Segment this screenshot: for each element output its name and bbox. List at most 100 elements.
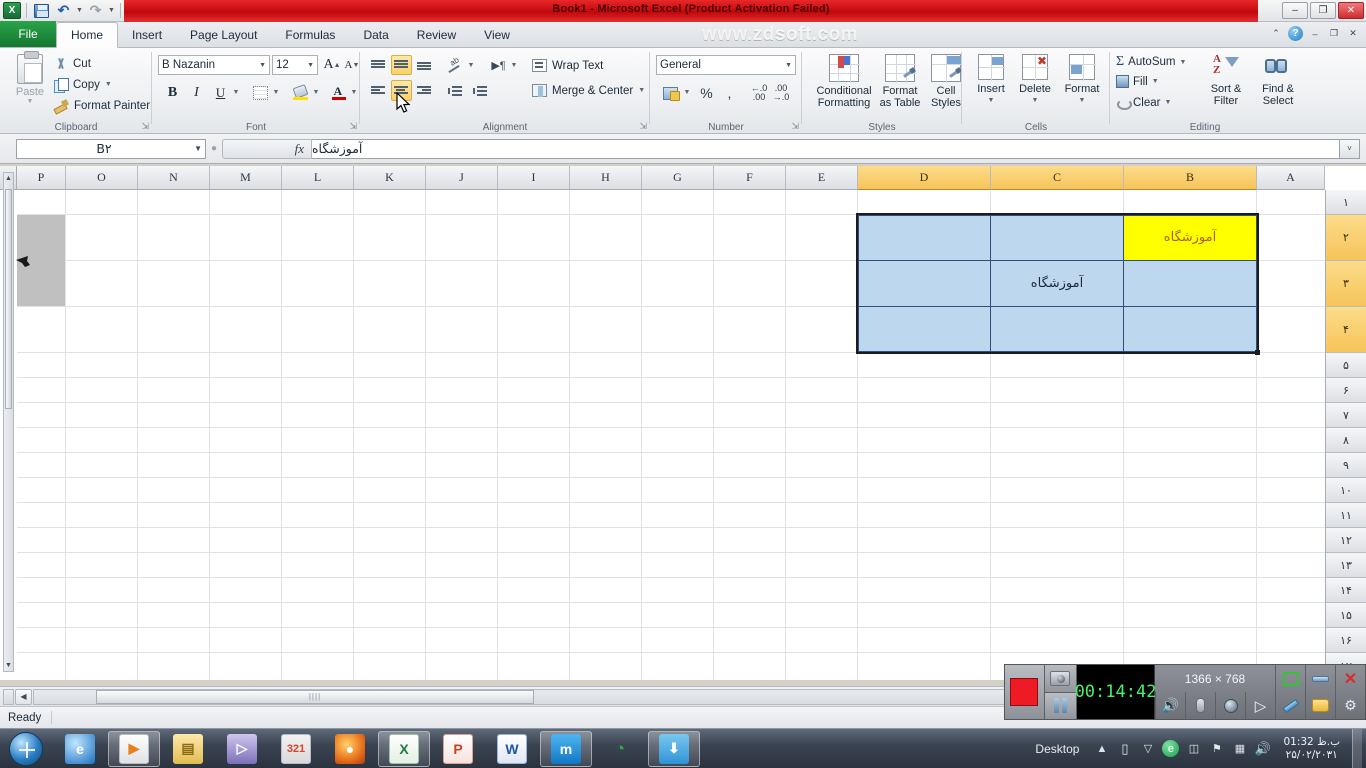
taskbar-item-maxthon[interactable]: m [540,730,592,767]
undo-dropdown-icon[interactable]: ▼ [76,7,83,14]
row-header-1[interactable]: ۱ [1325,190,1366,215]
select-region-button[interactable] [1275,665,1305,692]
tab-view[interactable]: View [470,22,524,47]
top-align-button[interactable] [368,55,389,75]
doc-restore-icon[interactable]: ❐ [1327,27,1341,40]
column-header-A[interactable]: A [1257,166,1325,190]
open-folder-button[interactable] [1305,692,1335,719]
row-header-9[interactable]: ۹ [1325,453,1366,478]
borders-dropdown-icon[interactable]: ▼ [271,84,281,100]
vertical-scroll-thumb[interactable] [5,189,12,409]
font-color-button[interactable] [328,82,349,103]
copy-dropdown-icon[interactable]: ▼ [105,81,112,88]
number-format-select[interactable]: General ▼ [656,55,796,75]
clear-dropdown-icon[interactable]: ▼ [1164,99,1171,106]
increase-decimal-button[interactable]: ←.0.00 [748,82,770,103]
row-header-13[interactable]: ۱۳ [1325,553,1366,578]
row-header-2[interactable]: ۲ [1325,215,1366,261]
network-icon[interactable]: ▦ [1231,740,1248,757]
increase-indent-button[interactable] [470,80,491,101]
merge-center-dropdown-icon[interactable]: ▼ [638,87,645,94]
font-dialog-launcher[interactable]: ⇲ [349,121,357,132]
scroll-down-arrow[interactable]: ▼ [5,662,12,669]
text-direction-button[interactable]: ▶¶ [488,55,509,75]
sheet-tab-area[interactable] [3,688,14,705]
undo-icon[interactable]: ↶ [54,2,73,20]
tab-formulas[interactable]: Formulas [271,22,349,47]
row-header-12[interactable]: ۱۲ [1325,528,1366,553]
delete-dropdown-icon[interactable]: ▼ [1012,95,1058,107]
cell-C3[interactable]: آموزشگاه [991,261,1123,306]
minimize-button[interactable]: – [1282,2,1308,19]
taskbar-item-media-player[interactable]: ▶ [108,730,160,767]
decrease-decimal-button[interactable]: .00 →.0 [770,82,792,103]
tab-review[interactable]: Review [403,22,470,47]
ribbon-tab-bar[interactable]: File Home Insert Page Layout Formulas Da… [0,21,1366,48]
row-header-14[interactable]: ۱۴ [1325,578,1366,603]
format-painter-button[interactable]: Format Painter [54,96,150,115]
speaker-toggle[interactable]: 🔊 [1155,692,1185,719]
fill-dropdown-icon[interactable]: ▼ [1152,78,1159,85]
font-name-input[interactable]: B Nazanin ▼ [158,55,270,75]
cell-D3[interactable] [858,261,990,306]
pause-button[interactable] [1044,692,1076,719]
row-header-10[interactable]: ۱۰ [1325,478,1366,503]
settings-button[interactable]: ⚙ [1335,692,1365,719]
taskbar-item-excel[interactable]: X [378,730,430,767]
fill-color-button[interactable] [290,82,311,103]
taskbar-item-firefox[interactable]: ● [324,730,376,768]
row-header-11[interactable]: ۱۱ [1325,503,1366,528]
row-header-4[interactable]: ۴ [1325,307,1366,353]
row-header-3[interactable]: ۳ [1325,261,1366,307]
paste-button[interactable]: Paste ▼ [8,51,52,112]
close-button[interactable]: ✕ [1338,2,1364,19]
row-header-8[interactable]: ۸ [1325,428,1366,453]
conditional-formatting-button[interactable]: Conditional Formatting [816,54,872,116]
restore-button[interactable]: ❐ [1310,2,1336,19]
column-header-D[interactable]: D [858,166,991,190]
column-header-L[interactable]: L [282,166,354,190]
clipboard-dialog-launcher[interactable]: ⇲ [141,121,149,132]
font-size-dropdown-icon[interactable]: ▼ [307,62,314,69]
help-icon[interactable]: ? [1288,26,1303,41]
column-header-F[interactable]: F [714,166,786,190]
row-header-7[interactable]: ۷ [1325,403,1366,428]
tab-file[interactable]: File [0,21,56,47]
tab-insert[interactable]: Insert [118,22,176,47]
cell-P2-merged[interactable] [17,215,65,306]
taskbar-item-download-manager[interactable]: ⬇ [648,730,700,767]
autosum-button[interactable]: Σ AutoSum ▼ [1116,54,1186,70]
accounting-format-button[interactable] [660,82,682,103]
scroll-left-button[interactable]: ◀ [15,688,32,705]
taskbar-item-movie-maker[interactable]: ▷ [216,730,268,768]
save-icon[interactable] [32,2,51,20]
cell-C2[interactable] [991,215,1123,260]
tray-extra-icon[interactable]: ▽ [1139,740,1156,757]
insert-cells-button[interactable]: Insert ▼ [970,54,1012,120]
insert-dropdown-icon[interactable]: ▼ [970,95,1012,107]
paste-dropdown-icon[interactable]: ▼ [27,98,34,105]
taskbar[interactable]: e ▶ ▤ ▷ 321 ● X P W m ◔ ⬇ Desktop ▲ ▯ ▽ … [0,728,1366,768]
row-header-15[interactable]: ۱۵ [1325,603,1366,628]
action-center-icon[interactable]: ⚑ [1208,740,1225,757]
battery-icon[interactable]: ◫ [1185,740,1202,757]
merge-center-button[interactable]: Merge & Center ▼ [532,81,645,100]
cut-button[interactable]: Cut [54,54,91,73]
close-recorder-button[interactable]: ✕ [1335,665,1365,692]
find-select-button[interactable]: Find & Select [1252,54,1304,116]
doc-minimize-icon[interactable]: – [1308,27,1322,40]
grow-font-button[interactable]: A ▲ [322,55,342,75]
accounting-dropdown-icon[interactable]: ▼ [682,84,692,100]
name-box[interactable]: B۲ ▼ [16,138,206,159]
align-left-button[interactable] [368,80,389,101]
decrease-indent-button[interactable] [445,80,466,101]
show-desktop-button[interactable] [1352,728,1362,768]
column-headers[interactable]: P O N M L K J I H G F E D C B A [17,166,1366,190]
align-center-button[interactable] [391,80,412,101]
taskbar-item-internet-explorer[interactable]: e [54,730,106,768]
microphone-toggle[interactable] [1185,692,1215,719]
quick-access-toolbar[interactable]: X ↶ ▼ ↷ ▼ ▾ [0,0,130,22]
taskbar-item-powerpoint[interactable]: P [432,730,484,768]
cell-C4[interactable] [991,307,1123,352]
vertical-scrollbar[interactable]: ▲ ▼ [3,172,14,672]
